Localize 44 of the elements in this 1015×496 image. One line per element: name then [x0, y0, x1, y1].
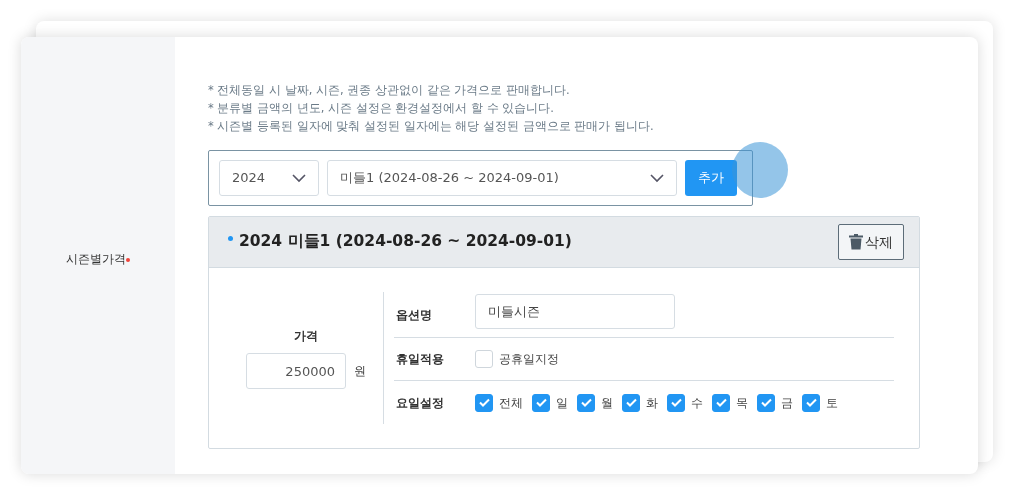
note-text: * 시즌별 등록된 일자에 맞춰 설정된 일자에는 해당 설정된 금액으로 판매가 됩니다.	[208, 118, 655, 135]
checkbox-label: 토	[826, 394, 838, 412]
note-text: * 분류별 금액의 년도, 시즌 설정은 환경설정에서 할 수 있습니다.	[208, 100, 555, 117]
checkbox-label: 금	[781, 394, 793, 412]
price-input[interactable]: 250000	[246, 353, 346, 389]
checkbox[interactable]	[577, 393, 595, 412]
check-icon	[478, 398, 490, 407]
checkbox-label: 공휴일지정	[499, 351, 559, 368]
check-icon	[670, 398, 682, 407]
checkbox-label: 일	[556, 394, 568, 412]
option-name-label: 옵션명	[395, 306, 433, 324]
holiday-label: 휴일적용	[395, 351, 445, 368]
checkbox[interactable]	[475, 393, 493, 412]
click-ripple	[732, 142, 788, 198]
note-text: * 전체동일 시 날짜, 시즌, 권종 상관없이 같은 가격으로 판매합니다.	[208, 82, 571, 99]
checkbox-label: 화	[646, 394, 658, 412]
option-name-input[interactable]: 미들시즌	[475, 294, 675, 329]
currency-label: 원	[354, 363, 366, 380]
checkbox-label: 수	[691, 394, 703, 412]
checkbox[interactable]	[532, 393, 550, 412]
trash-icon	[849, 234, 863, 250]
check-icon	[625, 398, 637, 407]
delete-button[interactable]: 삭제	[838, 224, 904, 260]
checkbox[interactable]	[622, 393, 640, 412]
days-label: 요일설정	[395, 394, 445, 412]
checkbox-label: 전체	[499, 394, 523, 412]
checkbox-label: 목	[736, 394, 748, 412]
check-icon	[805, 398, 817, 407]
field-label: 시즌별가격	[66, 250, 126, 268]
checkbox-label: 월	[601, 394, 613, 412]
checkbox[interactable]	[667, 393, 685, 412]
check-icon	[715, 398, 727, 407]
year-select[interactable]: 2024	[219, 160, 319, 196]
check-icon	[760, 398, 772, 407]
checkbox[interactable]	[712, 393, 730, 412]
checkbox[interactable]	[757, 393, 775, 412]
check-icon	[580, 398, 592, 407]
season-title: 2024 미들1 (2024-08-26 ~ 2024-09-01)	[228, 230, 572, 254]
chevron-down-icon	[650, 173, 664, 183]
season-select[interactable]: 미들1 (2024-08-26 ~ 2024-09-01)	[327, 160, 677, 196]
chevron-down-icon	[292, 173, 306, 183]
check-icon	[535, 398, 547, 407]
checkbox[interactable]	[802, 393, 820, 412]
price-label: 가격	[294, 328, 318, 345]
